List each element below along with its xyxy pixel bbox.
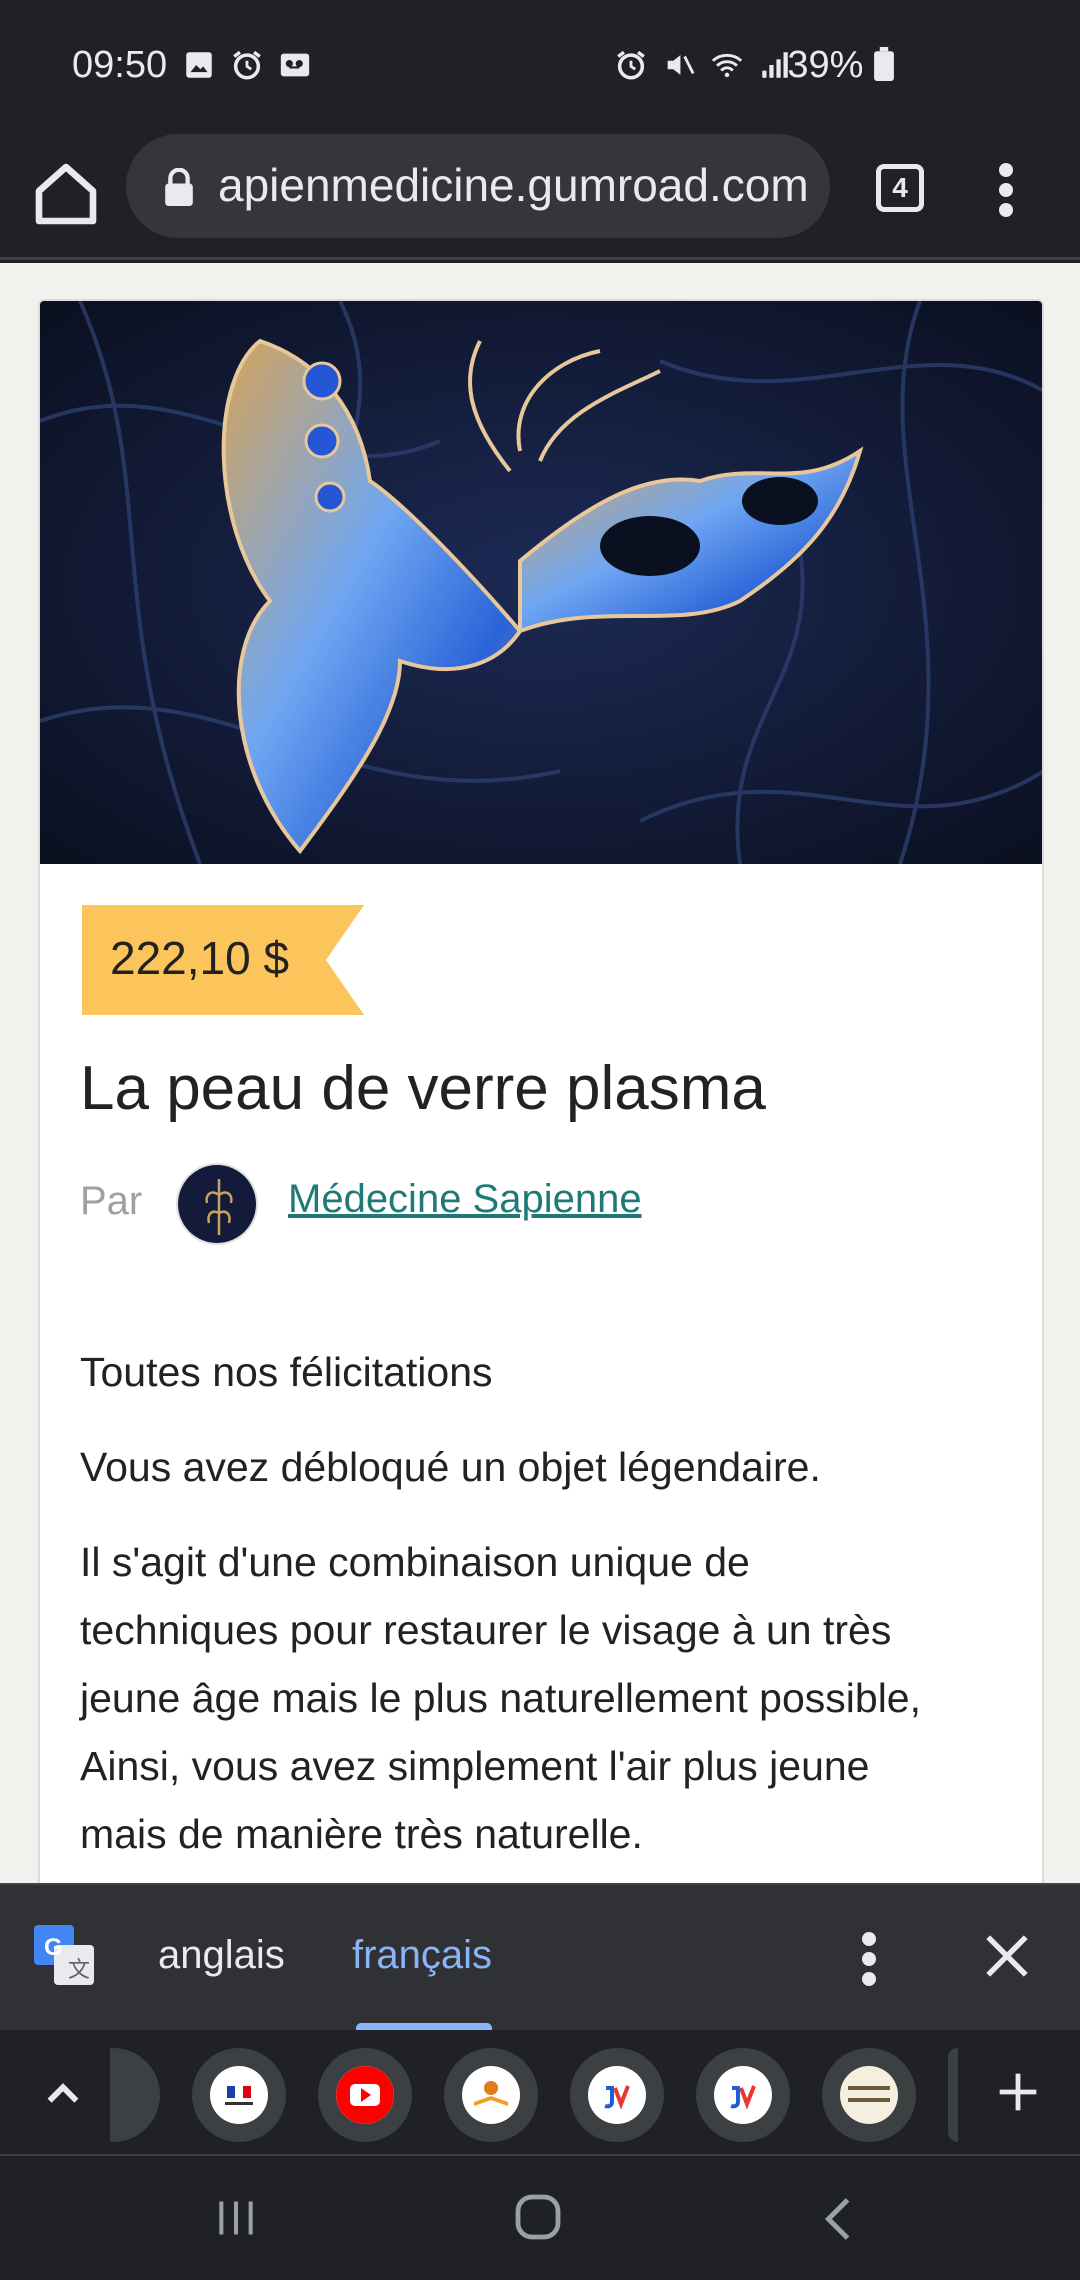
tab-target-language[interactable]: français [352, 1933, 492, 1978]
shortcut-youtube[interactable] [318, 2048, 412, 2142]
voicemail-icon [280, 53, 310, 77]
alarm-icon [233, 50, 261, 80]
battery-text: 39% [787, 44, 864, 86]
alarm-icon [617, 50, 645, 80]
more-vert-icon[interactable] [854, 1929, 884, 1989]
sapien-medicine-icon [840, 2066, 898, 2124]
shortcut-jv[interactable] [570, 2048, 664, 2142]
wifi-icon [711, 53, 743, 78]
more-vert-icon[interactable] [986, 160, 1026, 220]
close-icon[interactable] [982, 1931, 1032, 1981]
description-paragraph-3: Il s'agit d'une combinaison unique de te… [80, 1539, 922, 1857]
by-label: Par [80, 1179, 143, 1223]
shortcut-jv-2[interactable] [696, 2048, 790, 2142]
tab-switcher-button[interactable]: 4 [876, 164, 924, 212]
system-nav-bar [0, 2156, 1080, 2280]
shortcut-site[interactable] [444, 2048, 538, 2142]
status-time: 09:50 [72, 44, 168, 86]
svg-text:G: G [44, 1934, 63, 1961]
product-title: La peau de verre plasma [80, 1054, 766, 1123]
battery-icon [874, 47, 894, 81]
description-paragraph-1: Toutes nos félicitations [80, 1349, 493, 1395]
status-bar: 09:50 39% [0, 0, 1080, 130]
product-cover-image [40, 301, 1042, 864]
battery-percentage: 39% [787, 44, 894, 87]
lock-icon [165, 168, 193, 206]
svg-text:文: 文 [68, 1957, 90, 1982]
shortcuts-strip [0, 2030, 1080, 2156]
reading-icon [462, 2066, 520, 2124]
home-icon[interactable] [30, 158, 102, 230]
page-content: 222,10 $ La peau de verre plasma Par Méd… [0, 263, 1080, 1883]
jv-icon [588, 2066, 646, 2124]
creator-link[interactable]: Médecine Sapienne [288, 1177, 642, 1222]
shortcut-partial[interactable] [110, 2048, 160, 2142]
status-system-icons [614, 48, 792, 82]
creator-avatar[interactable] [176, 1163, 258, 1245]
status-notification-icons [182, 48, 312, 82]
shortcut-government[interactable] [192, 2048, 286, 2142]
back-icon[interactable] [822, 2196, 854, 2242]
address-bar[interactable]: apienmedicine.gumroad.com [126, 134, 830, 238]
browser-toolbar: apienmedicine.gumroad.com 4 [0, 130, 1080, 260]
shortcut-partial-right[interactable] [948, 2048, 958, 2142]
price: 222,10 $ [110, 932, 290, 984]
chevron-up-icon[interactable] [40, 2070, 86, 2116]
home-nav-icon[interactable] [514, 2192, 562, 2242]
description-paragraph-2: Vous avez débloqué un objet légendaire. [80, 1444, 821, 1490]
shortcut-sapien-medicine[interactable] [822, 2048, 916, 2142]
url-text: apienmedicine.gumroad.com [218, 159, 809, 211]
marianne-icon [210, 2066, 268, 2124]
google-translate-icon[interactable]: G 文 [34, 1925, 94, 1985]
mute-icon [667, 55, 695, 75]
youtube-icon [336, 2066, 394, 2124]
add-icon[interactable] [996, 2070, 1040, 2114]
jv-icon [714, 2066, 772, 2124]
recents-icon[interactable] [214, 2196, 258, 2240]
tab-source-language[interactable]: anglais [158, 1933, 285, 1978]
image-icon [186, 52, 212, 78]
translate-bar: G 文 anglais français [0, 1883, 1080, 2032]
